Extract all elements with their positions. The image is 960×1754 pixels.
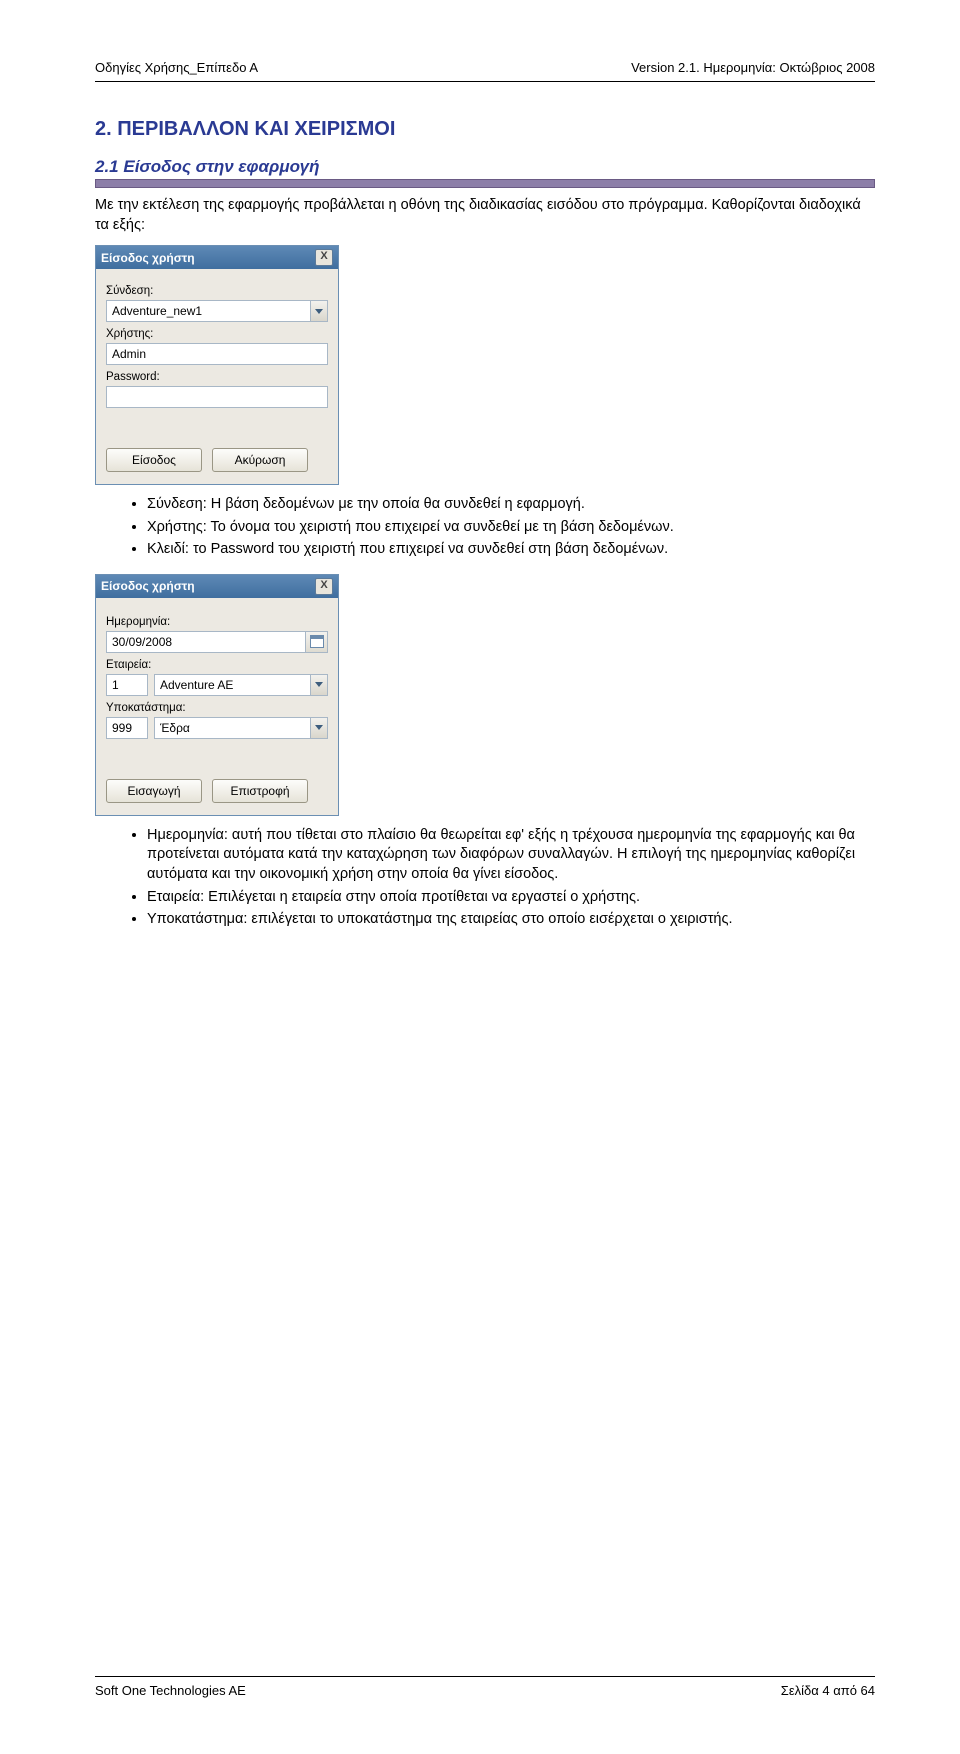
list-item: Σύνδεση: Η βάση δεδομένων με την οποία θ… <box>147 495 875 515</box>
list-item: Εταιρεία: Επιλέγεται η εταιρεία στην οπο… <box>147 888 875 908</box>
close-icon[interactable]: X <box>315 578 333 595</box>
back-button[interactable]: Επιστροφή <box>212 779 308 803</box>
branch-code-input[interactable] <box>106 717 148 739</box>
list-item: Χρήστης: Το όνομα του χειριστή που επιχε… <box>147 518 875 538</box>
calendar-icon[interactable] <box>306 631 328 653</box>
page-header: Οδηγίες Χρήσης_Επίπεδο Α Version 2.1. Ημ… <box>95 60 875 75</box>
list-item: Ημερομηνία: αυτή που τίθεται στο πλαίσιο… <box>147 826 875 885</box>
bullets-2: Ημερομηνία: αυτή που τίθεται στο πλαίσιο… <box>95 826 875 930</box>
footer-rule <box>95 1676 875 1677</box>
second-login-dialog: Είσοδος χρήστη X Ημερομηνία: Εταιρεία: Υ… <box>95 574 339 816</box>
chevron-down-icon[interactable] <box>310 300 328 322</box>
chevron-down-icon[interactable] <box>310 674 328 696</box>
bullets-1: Σύνδεση: Η βάση δεδομένων με την οποία θ… <box>95 495 875 560</box>
company-name-input[interactable] <box>154 674 310 696</box>
dialog-title: Είσοδος χρήστη <box>101 579 195 593</box>
company-code-input[interactable] <box>106 674 148 696</box>
company-label: Εταιρεία: <box>106 659 328 671</box>
connection-label: Σύνδεση: <box>106 285 328 297</box>
date-input[interactable] <box>106 631 306 653</box>
password-input[interactable] <box>106 386 328 408</box>
intro-paragraph: Με την εκτέλεση της εφαρμογής προβάλλετα… <box>95 196 875 235</box>
section-rule <box>95 179 875 188</box>
user-input[interactable] <box>106 343 328 365</box>
user-label: Χρήστης: <box>106 328 328 340</box>
header-right: Version 2.1. Ημερομηνία: Οκτώβριος 2008 <box>631 60 875 75</box>
connection-input[interactable] <box>106 300 310 322</box>
chevron-down-icon[interactable] <box>310 717 328 739</box>
login-dialog: Είσοδος χρήστη X Σύνδεση: Χρήστης: Passw… <box>95 245 339 485</box>
dialog-titlebar: Είσοδος χρήστη X <box>96 246 338 269</box>
footer-left: Soft One Technologies AE <box>95 1683 246 1698</box>
list-item: Υποκατάστημα: επιλέγεται το υποκατάστημα… <box>147 910 875 930</box>
branch-label: Υποκατάστημα: <box>106 702 328 714</box>
password-label: Password: <box>106 371 328 383</box>
header-rule <box>95 81 875 82</box>
page-footer: Soft One Technologies AE Σελίδα 4 από 64 <box>95 1676 875 1698</box>
login-button[interactable]: Είσοδος <box>106 448 202 472</box>
date-label: Ημερομηνία: <box>106 616 328 628</box>
footer-right: Σελίδα 4 από 64 <box>781 1683 875 1698</box>
cancel-button[interactable]: Ακύρωση <box>212 448 308 472</box>
branch-name-input[interactable] <box>154 717 310 739</box>
list-item: Κλειδί: το Password του χειριστή που επι… <box>147 540 875 560</box>
dialog-title: Είσοδος χρήστη <box>101 251 195 265</box>
header-left: Οδηγίες Χρήσης_Επίπεδο Α <box>95 60 258 75</box>
enter-button[interactable]: Εισαγωγή <box>106 779 202 803</box>
heading-3: 2.1 Είσοδος στην εφαρμογή <box>95 157 875 177</box>
close-icon[interactable]: X <box>315 249 333 266</box>
heading-2: 2. ΠΕΡΙΒΑΛΛΟΝ ΚΑΙ ΧΕΙΡΙΣΜΟΙ <box>95 118 875 141</box>
dialog-titlebar: Είσοδος χρήστη X <box>96 575 338 598</box>
